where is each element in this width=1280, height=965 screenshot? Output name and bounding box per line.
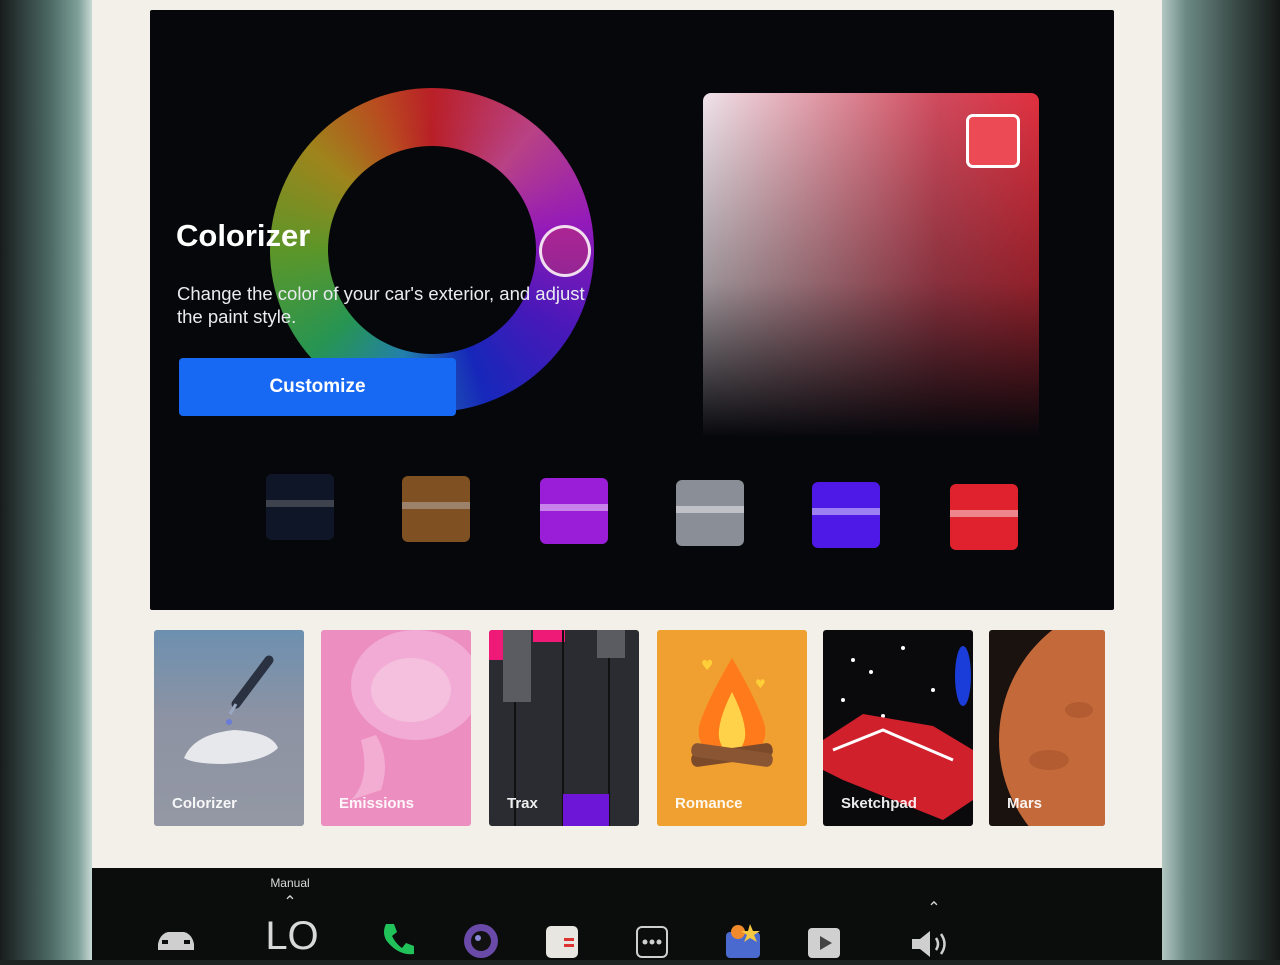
touchscreen: Colorizer Change the color of your car's… bbox=[92, 0, 1162, 960]
paint-swatch-indigo[interactable] bbox=[812, 482, 880, 548]
svg-text:♥: ♥ bbox=[701, 658, 714, 674]
customize-button[interactable]: Customize bbox=[179, 358, 456, 416]
car-icon[interactable] bbox=[154, 926, 196, 957]
media-icon[interactable] bbox=[806, 924, 842, 965]
saturation-picker[interactable] bbox=[703, 93, 1039, 438]
app-tile-sketchpad[interactable]: Sketchpad bbox=[823, 630, 973, 826]
paint-swatch-silver[interactable] bbox=[676, 480, 744, 546]
dashboard-right-trim bbox=[1162, 0, 1280, 960]
calendar-icon[interactable] bbox=[544, 924, 580, 965]
app-tile-label: Trax bbox=[507, 795, 538, 812]
app-tiles-row: Colorizer Emissions Trax ♥ ♥ Romance Ske… bbox=[92, 630, 1162, 850]
bottom-taskbar: Manual ⌃ LO ⌃ bbox=[92, 868, 1162, 960]
more-apps-icon[interactable] bbox=[636, 926, 668, 963]
app-tile-label: Mars bbox=[1007, 795, 1043, 812]
app-tile-label: Sketchpad bbox=[841, 795, 917, 812]
temperature-readout[interactable]: LO bbox=[260, 914, 324, 959]
paint-swatch-red[interactable] bbox=[950, 484, 1018, 550]
chevron-up-icon[interactable]: ⌃ bbox=[277, 892, 303, 912]
app-tile-mars[interactable]: Mars bbox=[989, 630, 1105, 826]
app-tile-label: Colorizer bbox=[172, 795, 238, 812]
app-tile-emissions[interactable]: Emissions bbox=[321, 630, 471, 826]
svg-text:♥: ♥ bbox=[755, 677, 766, 691]
hero-description: Change the color of your car's exterior,… bbox=[177, 283, 585, 327]
hero-title: Colorizer bbox=[176, 218, 311, 253]
paint-swatch-violet[interactable] bbox=[540, 478, 608, 544]
toybox-icon[interactable] bbox=[724, 922, 762, 965]
phone-icon[interactable] bbox=[380, 920, 416, 961]
picker-handle[interactable] bbox=[966, 114, 1020, 168]
app-tile-label: Emissions bbox=[339, 795, 415, 812]
color-wheel-handle[interactable] bbox=[539, 225, 591, 277]
app-tile-colorizer[interactable]: Colorizer bbox=[154, 630, 304, 826]
app-tile-romance[interactable]: ♥ ♥ Romance bbox=[657, 630, 807, 826]
climate-mode-label: Manual bbox=[270, 876, 310, 890]
camera-icon[interactable] bbox=[462, 922, 500, 965]
app-tile-trax[interactable]: Trax bbox=[489, 630, 639, 826]
dashboard-left-trim bbox=[0, 0, 92, 960]
colorizer-hero-panel: Colorizer Change the color of your car's… bbox=[150, 10, 1114, 610]
chevron-up-icon[interactable]: ⌃ bbox=[922, 898, 946, 918]
paint-swatch-midnight-blue[interactable] bbox=[266, 474, 334, 540]
volume-icon[interactable] bbox=[908, 928, 952, 965]
paint-swatch-bronze[interactable] bbox=[402, 476, 470, 542]
app-tile-label: Romance bbox=[675, 795, 743, 812]
